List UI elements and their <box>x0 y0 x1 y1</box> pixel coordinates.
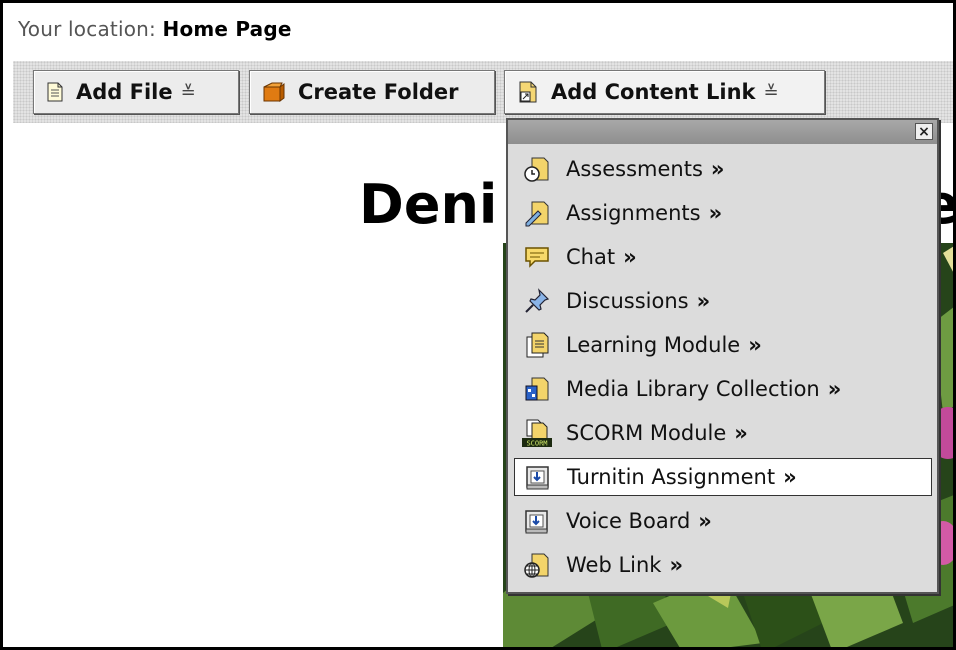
location-value: Home Page <box>162 17 292 41</box>
pushpin-icon <box>522 286 552 316</box>
create-folder-label: Create Folder <box>298 80 459 104</box>
menu-item-learning-module[interactable]: Learning Module » <box>514 326 932 364</box>
menu-item-label: Assignments <box>566 201 701 225</box>
location-label: Your location: <box>18 17 156 41</box>
content-link-icon <box>517 80 539 104</box>
media-library-icon <box>522 374 552 404</box>
menu-item-label: Media Library Collection <box>566 377 820 401</box>
menu-item-scorm-module[interactable]: SCORM SCORM Module » <box>514 414 932 452</box>
assessment-icon <box>522 154 552 184</box>
menu-item-assignments[interactable]: Assignments » <box>514 194 932 232</box>
file-icon <box>46 82 64 102</box>
web-link-icon <box>522 550 552 580</box>
voice-board-icon <box>522 506 552 536</box>
chevron-right-icon: » <box>708 201 723 225</box>
chevron-right-icon: » <box>783 465 797 489</box>
menu-item-media-library-collection[interactable]: Media Library Collection » <box>514 370 932 408</box>
menu-item-discussions[interactable]: Discussions » <box>514 282 932 320</box>
chat-icon <box>522 242 552 272</box>
menu-item-assessments[interactable]: Assessments » <box>514 150 932 188</box>
menu-item-label: Turnitin Assignment <box>567 465 776 489</box>
menu-item-turnitin-assignment[interactable]: Turnitin Assignment » <box>514 458 932 496</box>
menu-arrow-icon: ≚ <box>763 81 779 103</box>
turnitin-icon <box>523 462 553 492</box>
menu-item-label: Chat <box>566 245 616 269</box>
menu-item-label: Discussions <box>566 289 689 313</box>
menu-item-web-link[interactable]: Web Link » <box>514 546 932 584</box>
chevron-right-icon: » <box>696 289 711 313</box>
add-file-label: Add File <box>76 80 173 104</box>
menu-item-label: Web Link <box>566 553 662 577</box>
menu-item-voice-board[interactable]: Voice Board » <box>514 502 932 540</box>
content-link-menu: × Assessments » Assignments » Chat » Dis… <box>506 118 939 594</box>
create-folder-button[interactable]: Create Folder <box>249 70 495 114</box>
add-content-link-label: Add Content Link <box>551 80 756 104</box>
menu-titlebar <box>508 120 937 144</box>
menu-item-chat[interactable]: Chat » <box>514 238 932 276</box>
learning-module-icon <box>522 330 552 360</box>
menu-item-label: SCORM Module <box>566 421 727 445</box>
chevron-right-icon: » <box>698 509 712 533</box>
chevron-right-icon: » <box>710 157 725 181</box>
content-frame: Your location: Home Page Add File ≚ Crea… <box>0 0 956 650</box>
breadcrumb: Your location: Home Page <box>18 17 292 41</box>
close-icon[interactable]: × <box>915 123 933 140</box>
assignment-icon <box>522 198 552 228</box>
add-file-button[interactable]: Add File ≚ <box>33 70 239 114</box>
chevron-right-icon: » <box>748 333 762 357</box>
scorm-icon: SCORM <box>522 418 552 448</box>
menu-item-label: Learning Module <box>566 333 741 357</box>
menu-item-label: Assessments <box>566 157 703 181</box>
chevron-right-icon: » <box>734 421 748 445</box>
chevron-right-icon: » <box>827 377 842 401</box>
page-heading: Deni <box>359 173 498 236</box>
chevron-right-icon: » <box>623 245 637 269</box>
folder-icon <box>262 81 286 103</box>
menu-arrow-icon: ≚ <box>180 81 196 103</box>
add-content-link-button[interactable]: Add Content Link ≚ <box>504 70 825 114</box>
menu-item-label: Voice Board <box>566 509 691 533</box>
svg-text:SCORM: SCORM <box>526 440 547 448</box>
chevron-right-icon: » <box>669 553 684 577</box>
